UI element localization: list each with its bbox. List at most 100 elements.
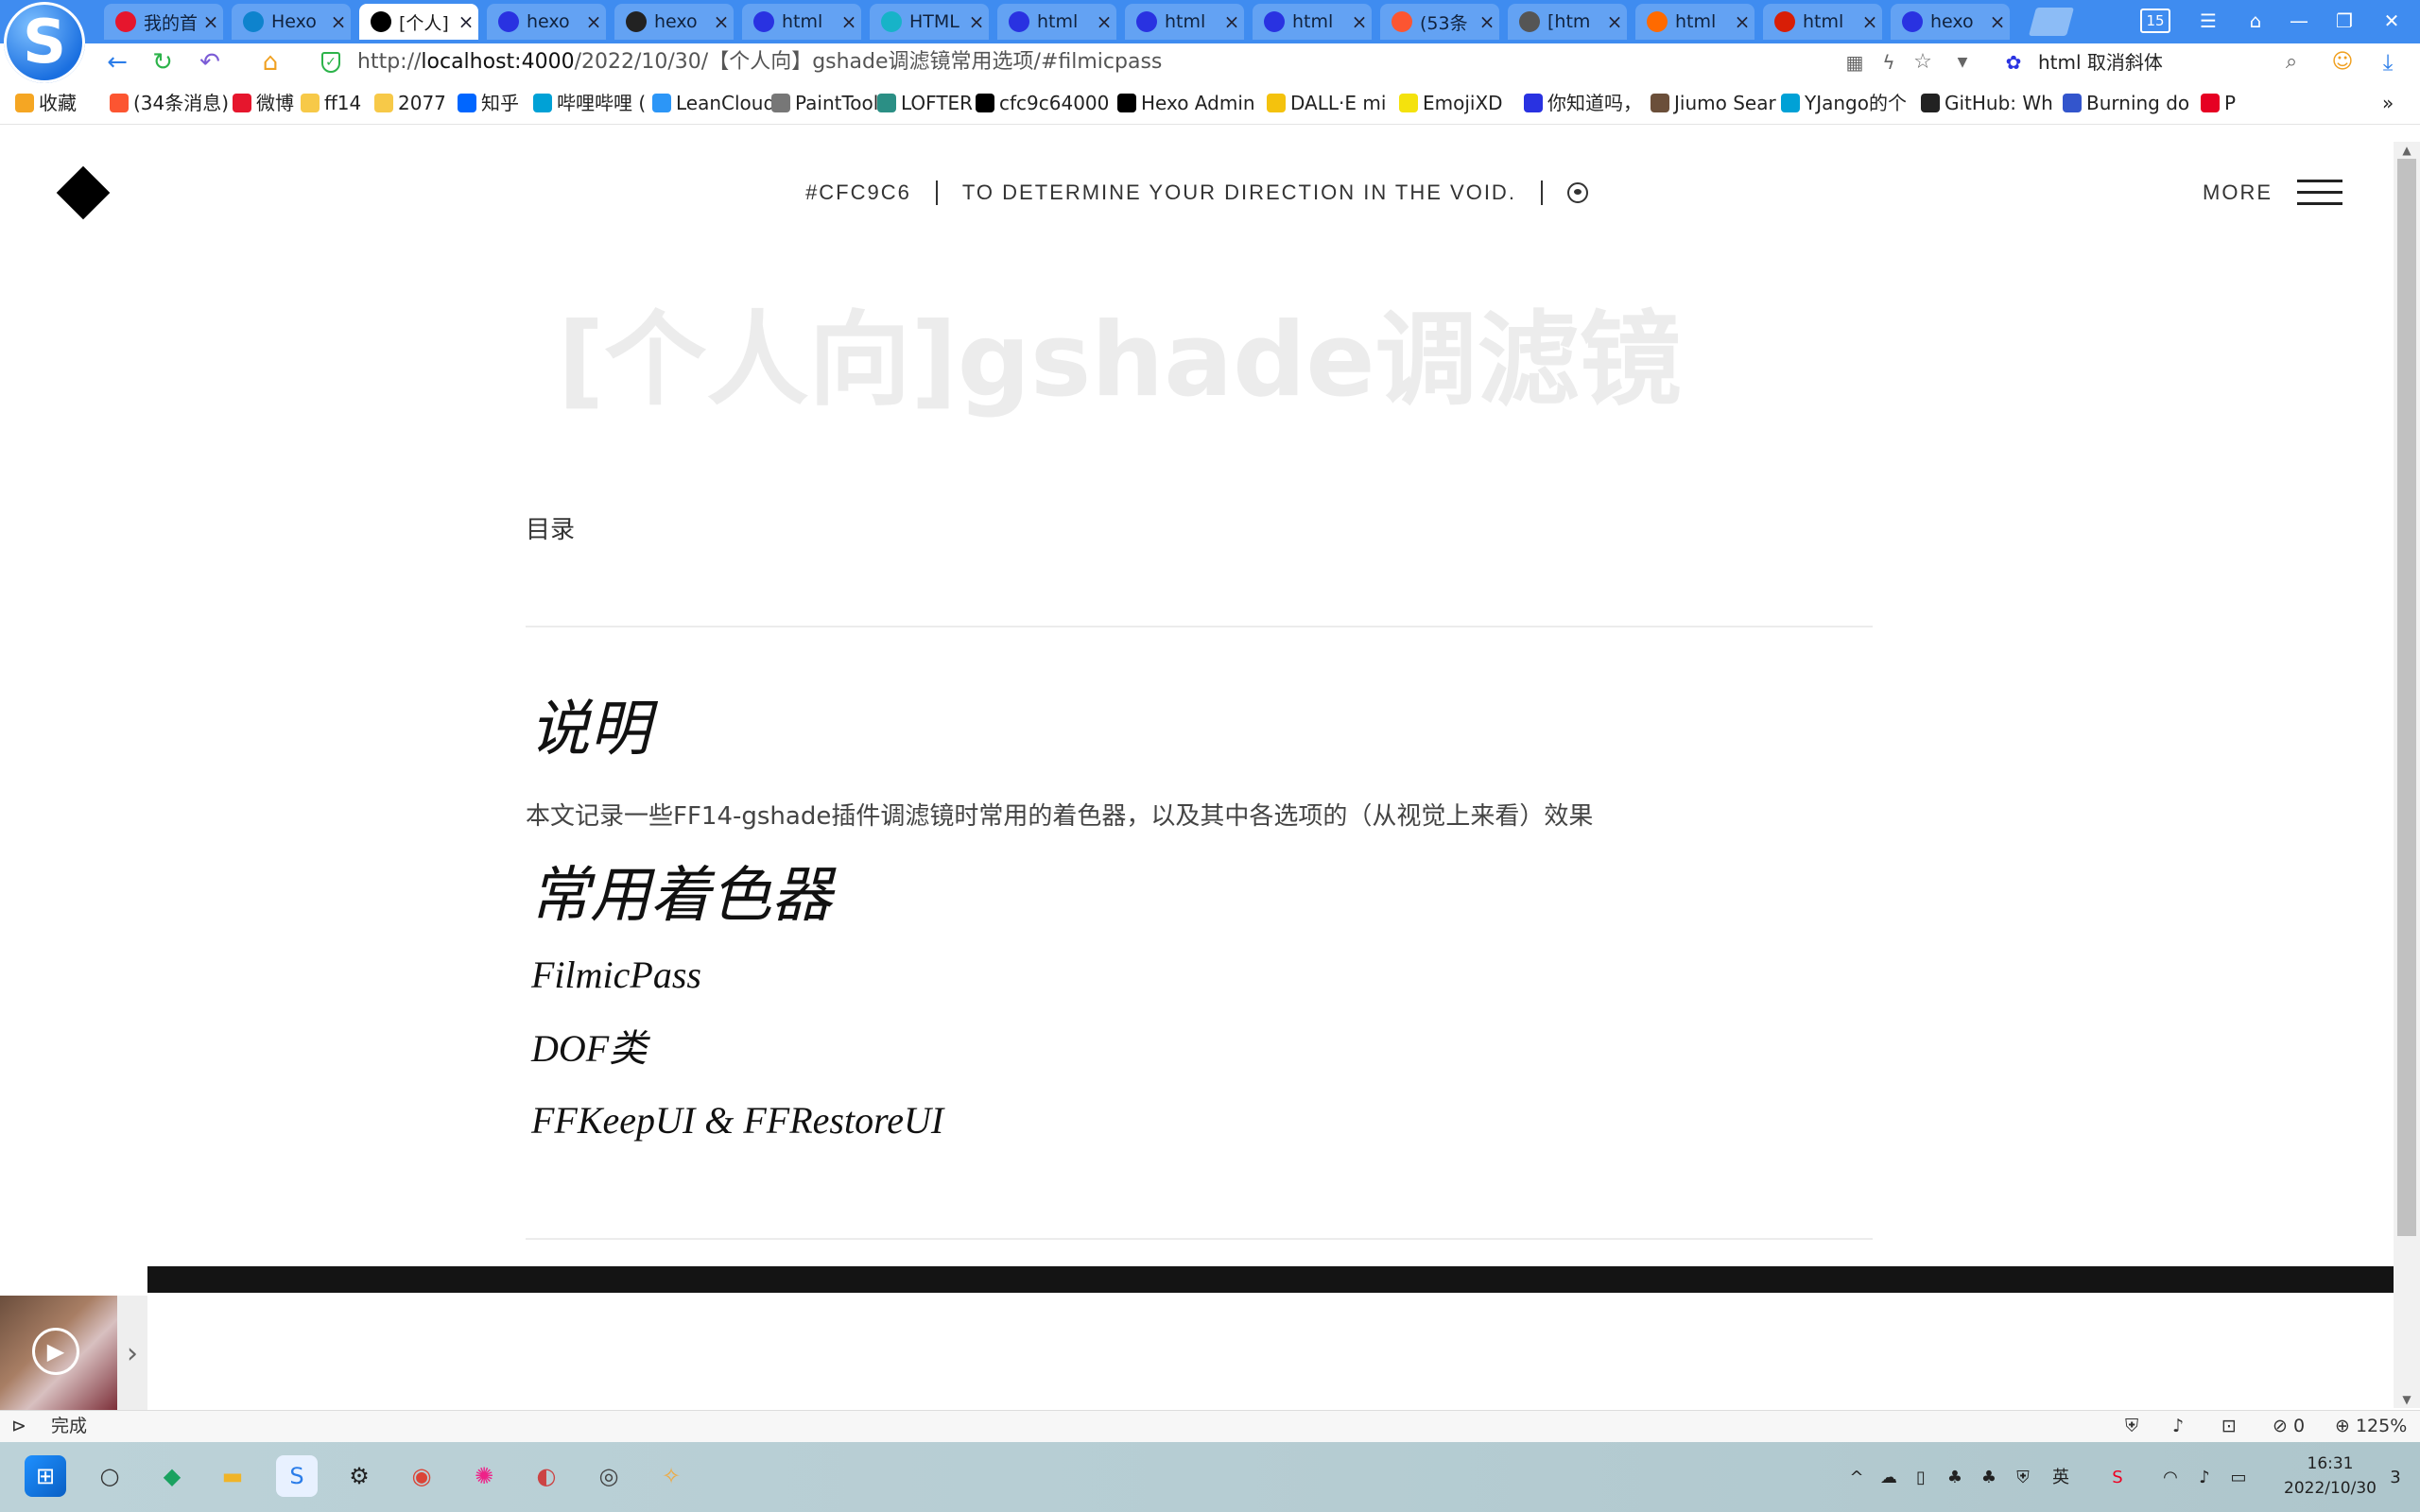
security-icon[interactable]: ⛨ [2010, 1465, 2036, 1491]
browser-tab[interactable]: 我的首 × [104, 4, 223, 40]
bookmarks-overflow-icon[interactable]: » [2382, 90, 2394, 116]
floating-video-thumbnail[interactable]: ▶ [0, 1296, 117, 1413]
close-icon[interactable]: × [709, 10, 734, 33]
close-icon[interactable]: × [1092, 10, 1116, 33]
close-icon[interactable]: × [581, 10, 606, 33]
browser-tab[interactable]: HTML × [870, 4, 989, 40]
paint-app-icon[interactable]: ✧ [650, 1455, 692, 1497]
bookmark-item[interactable]: Jiumo Sear [1651, 90, 1776, 116]
windows-start-icon[interactable]: ⊞ [25, 1455, 66, 1497]
cloud-icon[interactable]: ☁ [1876, 1465, 1902, 1491]
qq-icon[interactable]: ♣ [1976, 1465, 2002, 1491]
new-tab-button[interactable] [2028, 8, 2075, 36]
browser-logo[interactable]: S [4, 2, 85, 83]
close-icon[interactable]: × [1347, 10, 1372, 33]
close-window-button[interactable]: ✕ [2373, 6, 2411, 36]
browser-tab[interactable]: [htm × [1508, 4, 1627, 40]
sidebar-toggle-icon[interactable]: ⊳ [11, 1411, 26, 1441]
lock-icon[interactable]: ⊡ [2221, 1411, 2237, 1441]
file-explorer-icon[interactable]: ▬ [212, 1455, 253, 1497]
close-icon[interactable]: × [1730, 10, 1754, 33]
shield-icon[interactable]: ⛨ [2125, 1411, 2138, 1441]
browser-tab[interactable]: html × [1125, 4, 1244, 40]
undo-close-icon[interactable]: ↶ [195, 47, 225, 77]
zoom-level[interactable]: ⊕ 125% [2335, 1411, 2407, 1441]
browser-tab[interactable]: html × [1763, 4, 1882, 40]
bookmark-item[interactable]: DALL·E mi [1267, 90, 1386, 116]
bookmark-item[interactable]: LOFTER [877, 90, 973, 116]
battery-icon[interactable]: ▭ [2225, 1465, 2252, 1491]
sogou-input-icon[interactable]: S [2104, 1465, 2131, 1491]
browser-tab[interactable]: html × [1635, 4, 1754, 40]
bookmark-item[interactable]: 收藏 [15, 90, 77, 116]
color-picker-icon[interactable]: ✺ [463, 1455, 505, 1497]
bookmark-item[interactable]: 你知道吗， [1524, 90, 1642, 116]
close-icon[interactable]: × [199, 10, 223, 33]
settings-gear-icon[interactable]: ⚙ [338, 1455, 380, 1497]
extension-icon[interactable]: ☺ [2327, 47, 2358, 77]
bookmark-item[interactable]: (34条消息) [110, 90, 229, 116]
notification-count[interactable]: 3 [2382, 1465, 2409, 1491]
bookmark-item[interactable]: cfc9c64000 [976, 90, 1109, 116]
volume-icon[interactable]: ♪ [2191, 1465, 2218, 1491]
search-icon[interactable]: ⌕ [2276, 47, 2307, 77]
url-field[interactable]: http://localhost:4000/2022/10/30/【个人向】gs… [357, 47, 1775, 77]
chevron-right-icon[interactable]: › [117, 1296, 147, 1413]
scroll-down-arrow[interactable]: ▼ [2394, 1391, 2420, 1408]
vertical-scrollbar[interactable]: ▲ ▼ [2394, 142, 2420, 1408]
camera-app-icon[interactable]: ◎ [588, 1455, 630, 1497]
lightning-icon[interactable]: ϟ [1874, 47, 1904, 77]
skin-icon[interactable]: ⌂ [2237, 6, 2274, 36]
close-icon[interactable]: × [1985, 10, 2010, 33]
browser-tab[interactable]: Hexo × [232, 4, 351, 40]
home-icon[interactable]: ⌂ [255, 47, 285, 77]
bookmark-item[interactable]: 微博 [233, 90, 294, 116]
browser-tab[interactable]: html × [742, 4, 861, 40]
browser-tab[interactable]: hexo × [487, 4, 606, 40]
input-language[interactable]: 英 [2048, 1465, 2074, 1491]
download-icon[interactable]: ⤓ [2373, 47, 2403, 77]
bookmark-item[interactable]: ff14 [301, 90, 361, 116]
usb-icon[interactable]: ▯ [1908, 1465, 1934, 1491]
hamburger-menu-icon[interactable] [2297, 180, 2342, 206]
qq-icon[interactable]: ♣ [1942, 1465, 1968, 1491]
weibo-icon[interactable] [1566, 182, 1588, 203]
bookmark-item[interactable]: PaintTool [771, 90, 878, 116]
app-launcher-icon[interactable]: ◆ [151, 1455, 193, 1497]
browser-tab[interactable]: hexo × [1891, 4, 2010, 40]
browser-tab[interactable]: (53条 × [1380, 4, 1499, 40]
browser-tab[interactable]: hexo × [614, 4, 734, 40]
bookmark-item[interactable]: P [2201, 90, 2236, 116]
play-icon[interactable]: ▶ [32, 1328, 79, 1375]
tray-expand-icon[interactable]: ^ [1843, 1465, 1870, 1491]
close-icon[interactable]: × [326, 10, 351, 33]
reload-icon[interactable]: ↻ [147, 47, 178, 77]
close-icon[interactable]: × [1602, 10, 1627, 33]
bookmark-item[interactable]: Hexo Admin [1117, 90, 1255, 116]
scroll-up-arrow[interactable]: ▲ [2394, 142, 2420, 159]
scroll-thumb[interactable] [2397, 159, 2416, 1236]
chevron-down-icon[interactable]: ▼ [1947, 47, 1978, 77]
ad-block-icon[interactable]: ⊘ 0 [2273, 1411, 2305, 1441]
close-icon[interactable]: × [454, 10, 478, 33]
bookmark-item[interactable]: Burning do [2063, 90, 2189, 116]
bookmark-item[interactable]: EmojiXD [1399, 90, 1503, 116]
toc-toggle[interactable]: 目录 [526, 510, 575, 545]
taskbar-clock[interactable]: 16:31 2022/10/30 [2278, 1452, 2382, 1501]
bookmark-item[interactable]: 知乎 [458, 90, 519, 116]
bookmark-item[interactable]: 哔哩哔哩 ( [533, 90, 646, 116]
favorite-star-icon[interactable]: ☆ [1908, 47, 1938, 77]
close-icon[interactable]: × [837, 10, 861, 33]
browser-tab[interactable]: html × [1253, 4, 1372, 40]
menu-icon[interactable]: ☰ [2189, 6, 2227, 36]
browser-taskbar-icon[interactable]: S [276, 1455, 318, 1497]
restore-button[interactable]: ❐ [2325, 6, 2363, 36]
wifi-icon[interactable]: ◠ [2157, 1465, 2184, 1491]
speaker-icon[interactable]: ♪ [2172, 1411, 2184, 1441]
app-icon[interactable]: ◐ [526, 1455, 567, 1497]
search-icon[interactable]: ○ [89, 1455, 130, 1497]
bookmark-item[interactable]: GitHub: Wh [1921, 90, 2053, 116]
bookmark-item[interactable]: YJango的个 [1781, 90, 1907, 116]
close-icon[interactable]: × [1858, 10, 1882, 33]
close-icon[interactable]: × [1475, 10, 1499, 33]
